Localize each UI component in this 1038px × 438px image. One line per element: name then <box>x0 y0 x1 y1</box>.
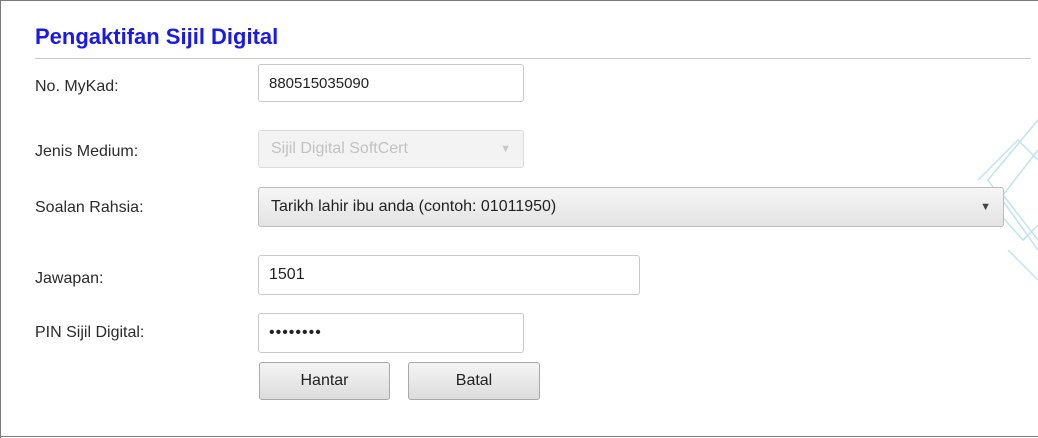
question-label: Soalan Rahsia: <box>35 199 144 216</box>
question-select[interactable]: Tarikh lahir ibu anda (contoh: 01011950)… <box>258 187 1004 227</box>
mykad-field[interactable]: 880515035090 <box>258 64 524 102</box>
page-title: Pengaktifan Sijil Digital <box>35 24 279 49</box>
medium-label: Jenis Medium: <box>35 143 139 160</box>
pin-field[interactable]: •••••••• <box>258 313 524 353</box>
mykad-label: No. MyKad: <box>35 78 119 95</box>
chevron-down-icon: ▼ <box>980 201 991 213</box>
medium-value: Sijil Digital SoftCert <box>271 140 408 157</box>
submit-button[interactable]: Hantar <box>259 362 390 400</box>
pin-label: PIN Sijil Digital: <box>35 324 145 341</box>
cancel-button[interactable]: Batal <box>408 362 540 400</box>
answer-field[interactable]: 1501 <box>258 255 640 295</box>
question-value: Tarikh lahir ibu anda (contoh: 01011950) <box>271 198 557 215</box>
chevron-down-icon: ▼ <box>500 143 511 155</box>
title-divider <box>35 58 1031 59</box>
answer-value: 1501 <box>269 266 305 283</box>
bottom-border <box>0 436 1038 437</box>
mykad-value: 880515035090 <box>269 74 370 92</box>
pin-value: •••••••• <box>269 324 322 341</box>
answer-label: Jawapan: <box>35 270 104 287</box>
medium-select: Sijil Digital SoftCert ▼ <box>258 130 524 168</box>
